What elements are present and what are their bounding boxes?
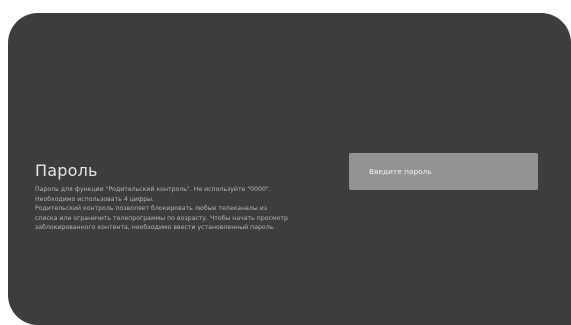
tv-screen-panel: Пароль Пароль для функции "Родительский … <box>8 13 571 325</box>
password-placeholder: Введите пароль <box>369 167 432 176</box>
password-input[interactable]: Введите пароль <box>349 153 538 190</box>
password-description: Пароль для функции "Родительский контрол… <box>35 185 345 233</box>
description-line: Родительский контроль позволяет блокиров… <box>35 205 268 212</box>
page-title: Пароль <box>35 161 98 180</box>
description-line: Необходимо использовать 4 цифры. <box>35 195 155 203</box>
description-line: Пароль для функции "Родительский контрол… <box>35 186 271 193</box>
description-line: списка или ограничить телепрограммы по в… <box>35 214 288 222</box>
description-line: заблокированного контента, необходимо вв… <box>35 224 276 231</box>
